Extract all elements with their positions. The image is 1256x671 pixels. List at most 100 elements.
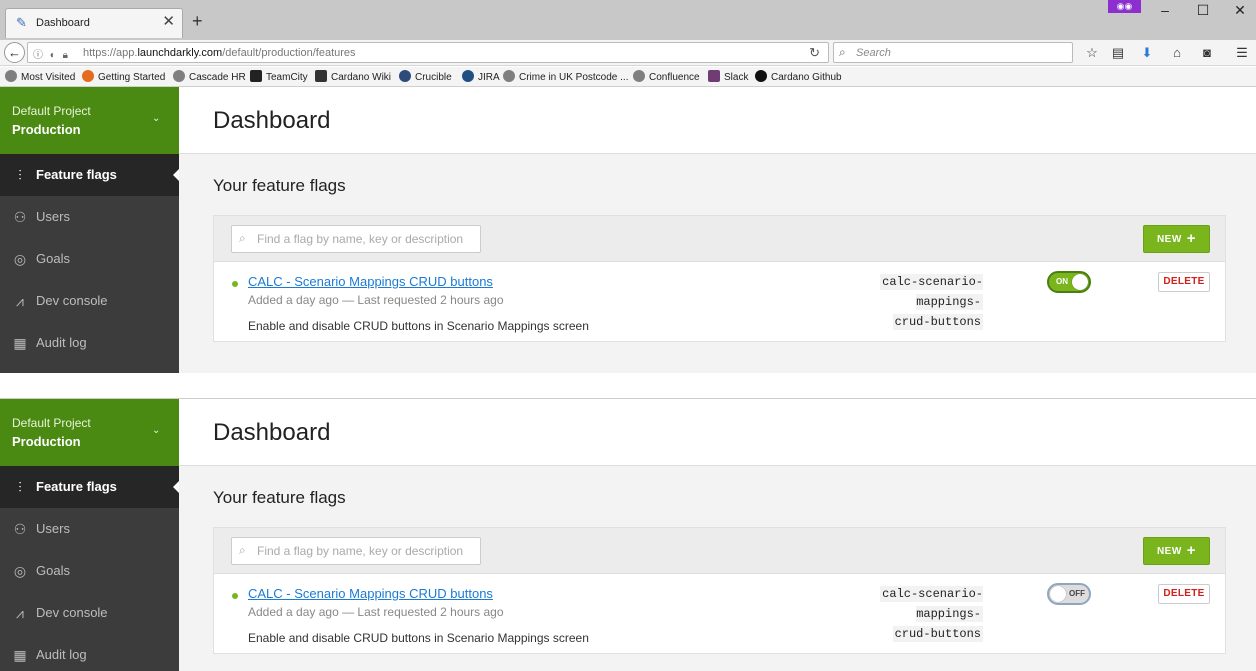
sidebar-item-label: Dev console bbox=[36, 605, 108, 620]
sidebar-item-audit-log[interactable]: ▦ Audit log bbox=[0, 634, 179, 671]
bookmark-most-visited[interactable]: Most Visited bbox=[5, 70, 75, 83]
status-dot bbox=[232, 593, 238, 599]
flags-toolbar: ⌕ NEW+ bbox=[214, 528, 1225, 574]
bookmark-cascade-hr[interactable]: Cascade HR bbox=[173, 70, 246, 83]
url-text: https://app.launchdarkly.com/default/pro… bbox=[83, 47, 356, 59]
users-icon: ⚇ bbox=[13, 521, 27, 537]
private-mask-icon: ◉◉ bbox=[1108, 0, 1141, 13]
url-bar[interactable]: ⓘ ◐ 🔒︎ https://app.launchdarkly.com/defa… bbox=[27, 42, 829, 63]
sidebar-item-feature-flags[interactable]: ⫶ Feature flags bbox=[0, 466, 179, 508]
section-title: Your feature flags bbox=[213, 488, 346, 507]
sidebar-item-dev-console[interactable]: ⩘ Dev console bbox=[0, 280, 179, 322]
sidebar-item-goals[interactable]: ◎ Goals bbox=[0, 550, 179, 592]
browser-search-placeholder: Search bbox=[856, 47, 891, 59]
sidebar-item-users[interactable]: ⚇ Users bbox=[0, 196, 179, 238]
bookmark-crucible[interactable]: Crucible bbox=[399, 70, 452, 83]
sidebar-item-goals[interactable]: ◎ Goals bbox=[0, 238, 179, 280]
teamcity-icon bbox=[250, 70, 262, 82]
page-header: Dashboard bbox=[179, 399, 1256, 466]
target-icon: ◎ bbox=[13, 563, 27, 579]
chart-icon: ⩘ bbox=[16, 605, 24, 621]
flag-toggle[interactable]: OFF bbox=[1047, 583, 1091, 605]
flags-toolbar: ⌕ NEW+ bbox=[214, 216, 1225, 262]
toggle-state: ON bbox=[1056, 277, 1068, 286]
project-switcher[interactable]: Default Project Production ⌄ bbox=[0, 87, 179, 154]
browser-search-bar[interactable]: ⌕ Search bbox=[833, 42, 1073, 63]
delete-flag-button[interactable]: DELETE bbox=[1158, 584, 1210, 604]
project-name: Default Project bbox=[12, 416, 91, 430]
environment-name: Production bbox=[12, 434, 81, 449]
status-dot bbox=[232, 281, 238, 287]
sidebar-item-dev-console[interactable]: ⩘ Dev console bbox=[0, 592, 179, 634]
sidebar-item-feature-flags[interactable]: ⫶ Feature flags bbox=[0, 154, 179, 196]
document-icon: ▦ bbox=[13, 647, 27, 663]
crucible-icon bbox=[399, 70, 411, 82]
minimize-icon[interactable]: – bbox=[1146, 2, 1184, 20]
download-icon[interactable]: ⬇ bbox=[1138, 44, 1156, 62]
bookmark-jira[interactable]: JIRA bbox=[462, 70, 500, 83]
close-window-icon[interactable]: ✕ bbox=[1221, 2, 1256, 20]
sidebar-item-label: Audit log bbox=[36, 647, 87, 662]
wiki-icon bbox=[315, 70, 327, 82]
sidebar-item-label: Dev console bbox=[36, 293, 108, 308]
globe-icon bbox=[633, 70, 645, 82]
flag-name-link[interactable]: CALC - Scenario Mappings CRUD buttons bbox=[248, 274, 493, 289]
maximize-icon[interactable]: ☐ bbox=[1184, 2, 1222, 20]
project-switcher[interactable]: Default Project Production ⌄ bbox=[0, 399, 179, 466]
flag-meta: Added a day ago — Last requested 2 hours… bbox=[248, 293, 504, 307]
bookmark-teamcity[interactable]: TeamCity bbox=[250, 70, 308, 83]
bookmark-crime-in-uk-postcode[interactable]: Crime in UK Postcode ... bbox=[503, 70, 628, 83]
tab-close-icon[interactable]: ✕ bbox=[162, 14, 175, 30]
browser-nav-bar: ← ⓘ ◐ 🔒︎ https://app.launchdarkly.com/de… bbox=[0, 40, 1256, 66]
bookmark-icon bbox=[5, 70, 17, 82]
sidebar-item-label: Goals bbox=[36, 251, 70, 266]
flags-list: ⌕ NEW+ CALC - Scenario Mappings CRUD but… bbox=[213, 215, 1226, 342]
flag-description: Enable and disable CRUD buttons in Scena… bbox=[248, 631, 589, 645]
bookmark-confluence[interactable]: Confluence bbox=[633, 70, 700, 83]
reading-list-icon[interactable]: ▤ bbox=[1109, 44, 1127, 62]
sidebar-item-audit-log[interactable]: ▦ Audit log bbox=[0, 322, 179, 364]
dashboard-screen-2: Default Project Production ⌄ ⫶ Feature f… bbox=[0, 399, 1256, 671]
bookmark-star-icon[interactable]: ☆ bbox=[1083, 44, 1101, 62]
flag-description: Enable and disable CRUD buttons in Scena… bbox=[248, 319, 589, 333]
bookmark-slack[interactable]: Slack bbox=[708, 70, 748, 83]
new-flag-button[interactable]: NEW + bbox=[1143, 225, 1210, 253]
flag-search-input[interactable] bbox=[231, 537, 481, 565]
sidebar-item-users[interactable]: ⚇ Users bbox=[0, 508, 179, 550]
environment-name: Production bbox=[12, 122, 81, 137]
document-icon: ▦ bbox=[13, 335, 27, 351]
new-tab-icon[interactable]: + bbox=[192, 12, 203, 30]
bookmark-getting-started[interactable]: Getting Started bbox=[82, 70, 165, 83]
slack-icon bbox=[708, 70, 720, 82]
toggle-knob bbox=[1072, 274, 1088, 290]
launchdarkly-favicon-icon: ✎ bbox=[16, 15, 27, 30]
sidebar-item-label: Feature flags bbox=[36, 479, 117, 494]
main-content: Dashboard Your feature flags ⌕ NEW+ CALC… bbox=[179, 399, 1256, 671]
reload-icon[interactable]: ↻ bbox=[809, 45, 820, 61]
sidebar: Default Project Production ⌄ ⫶ Feature f… bbox=[0, 87, 179, 373]
firefox-icon bbox=[82, 70, 94, 82]
flags-list: ⌕ NEW+ CALC - Scenario Mappings CRUD but… bbox=[213, 527, 1226, 654]
pocket-icon[interactable]: ◙ bbox=[1198, 44, 1216, 62]
bookmark-cardano-wiki[interactable]: Cardano Wiki bbox=[315, 70, 391, 83]
search-icon: ⌕ bbox=[239, 231, 246, 245]
section-title: Your feature flags bbox=[213, 176, 346, 195]
chart-icon: ⩘ bbox=[16, 293, 24, 309]
sidebar-item-label: Users bbox=[36, 209, 70, 224]
menu-icon[interactable]: ☰ bbox=[1233, 44, 1251, 62]
back-arrow-icon[interactable]: ← bbox=[4, 42, 25, 63]
browser-tab-bar: ✎ Dashboard ✕ + ◉◉ – ☐ ✕ bbox=[0, 0, 1256, 40]
new-flag-button[interactable]: NEW + bbox=[1143, 537, 1210, 565]
flag-search-input[interactable] bbox=[231, 225, 481, 253]
sidebar-item-label: Audit log bbox=[36, 335, 87, 350]
delete-flag-button[interactable]: DELETE bbox=[1158, 272, 1210, 292]
bookmark-cardano-github[interactable]: Cardano Github bbox=[755, 70, 842, 83]
globe-icon bbox=[503, 70, 515, 82]
home-icon[interactable]: ⌂ bbox=[1168, 44, 1186, 62]
browser-tab[interactable]: ✎ Dashboard ✕ bbox=[5, 8, 183, 38]
flag-name-link[interactable]: CALC - Scenario Mappings CRUD buttons bbox=[248, 586, 493, 601]
flag-toggle[interactable]: ON bbox=[1047, 271, 1091, 293]
flag-meta: Added a day ago — Last requested 2 hours… bbox=[248, 605, 504, 619]
site-info-icon[interactable]: ⓘ ◐ 🔒︎ bbox=[33, 46, 70, 61]
page-title: Dashboard bbox=[213, 107, 331, 134]
